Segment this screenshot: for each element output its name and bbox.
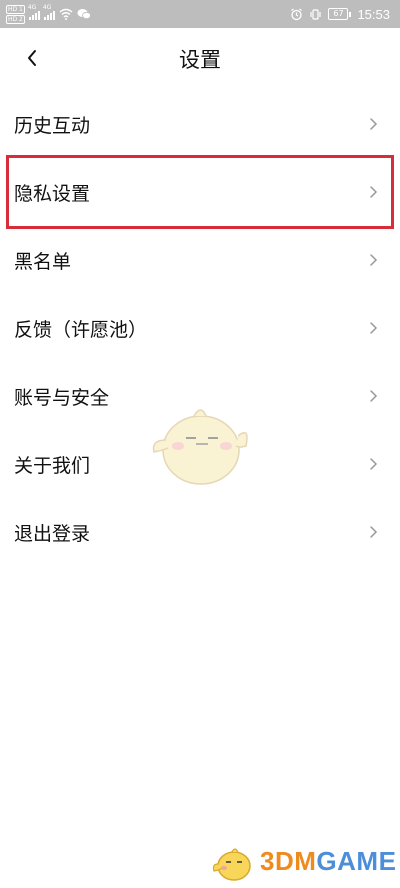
signal-2-tag: 4G <box>42 4 52 11</box>
battery-level: 67 <box>328 8 349 20</box>
status-time: 15:53 <box>357 6 390 22</box>
menu-item-label: 历史互动 <box>14 114 91 137</box>
settings-menu: 历史互动 隐私设置 黑名单 反馈（许愿池） 账号与安全 关于我们 退出登录 <box>0 90 400 566</box>
status-bar: HD 1 HD 2 4G 4G 67 15:53 <box>0 0 400 28</box>
watermark-prefix: 3DM <box>260 845 317 876</box>
menu-item-logout[interactable]: 退出登录 <box>0 498 400 566</box>
menu-item-label: 反馈（许愿池） <box>14 318 148 341</box>
chevron-right-icon <box>370 254 378 266</box>
mascot-icon <box>152 409 248 485</box>
watermark: 3DMGAME <box>210 838 400 884</box>
status-bar-right: 67 15:53 <box>290 4 390 24</box>
hd-badge-1: HD 1 <box>6 4 25 14</box>
signal-icon-2: 4G <box>43 4 55 20</box>
menu-item-feedback[interactable]: 反馈（许愿池） <box>0 294 400 362</box>
watermark-suffix: GAME <box>316 845 397 876</box>
menu-item-label: 退出登录 <box>14 522 91 545</box>
chevron-right-icon <box>370 322 378 334</box>
menu-item-label: 关于我们 <box>14 454 91 477</box>
chevron-right-icon <box>370 118 378 130</box>
chevron-right-icon <box>370 458 378 470</box>
header: 设置 <box>0 28 400 90</box>
alarm-icon <box>291 8 303 20</box>
hd-badge-2: HD 2 <box>6 14 25 24</box>
menu-item-privacy-settings[interactable]: 隐私设置 <box>0 158 400 226</box>
chevron-right-icon <box>370 526 378 538</box>
menu-item-blacklist[interactable]: 黑名单 <box>0 226 400 294</box>
vibrate-icon <box>310 8 322 20</box>
signal-1-tag: 4G <box>27 4 37 11</box>
menu-item-label: 黑名单 <box>14 250 72 273</box>
wechat-icon <box>77 9 91 20</box>
status-bar-left: HD 1 HD 2 4G 4G <box>6 4 91 24</box>
menu-item-label: 账号与安全 <box>14 386 110 409</box>
chevron-right-icon <box>370 186 378 198</box>
signal-icon-1: 4G <box>28 4 40 20</box>
battery-icon: 67 <box>328 8 352 20</box>
menu-item-history-interaction[interactable]: 历史互动 <box>0 90 400 158</box>
menu-item-label: 隐私设置 <box>14 182 91 205</box>
wifi-icon <box>59 8 73 20</box>
watermark-text: 3DMGAME <box>260 846 396 877</box>
watermark-logo-icon <box>212 848 251 881</box>
page-title: 设置 <box>179 48 221 72</box>
chevron-right-icon <box>370 390 378 402</box>
hd-badges: HD 1 HD 2 <box>6 4 25 24</box>
